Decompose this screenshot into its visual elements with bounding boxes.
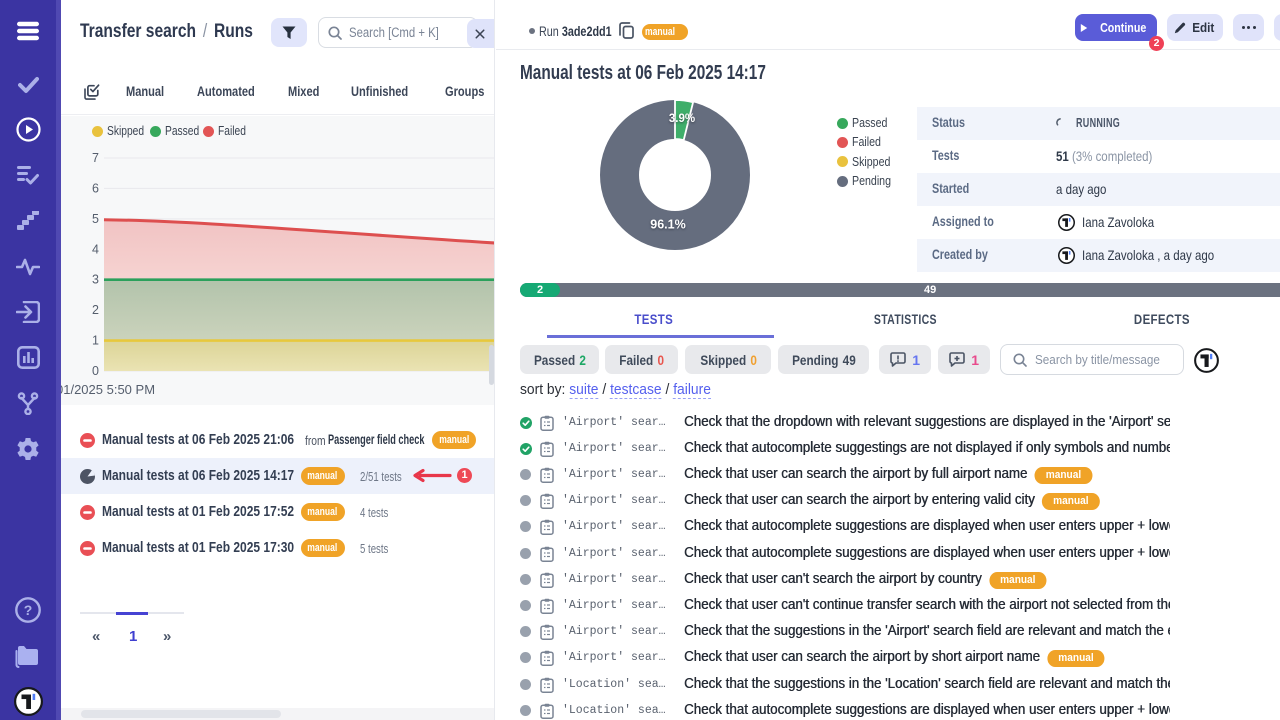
- svg-text:5: 5: [92, 212, 99, 226]
- svg-text:1: 1: [92, 334, 99, 348]
- svg-text:6: 6: [92, 181, 99, 195]
- svg-text:01/2025 5:50 PM: 01/2025 5:50 PM: [61, 382, 155, 397]
- svg-text:2: 2: [92, 303, 99, 317]
- svg-text:96.1%: 96.1%: [650, 218, 685, 232]
- svg-text:?: ?: [24, 602, 33, 618]
- svg-text:4: 4: [92, 242, 99, 256]
- svg-text:7: 7: [92, 151, 99, 165]
- svg-text:3: 3: [92, 273, 99, 287]
- svg-text:3.9%: 3.9%: [669, 113, 695, 125]
- svg-text:0: 0: [92, 364, 99, 378]
